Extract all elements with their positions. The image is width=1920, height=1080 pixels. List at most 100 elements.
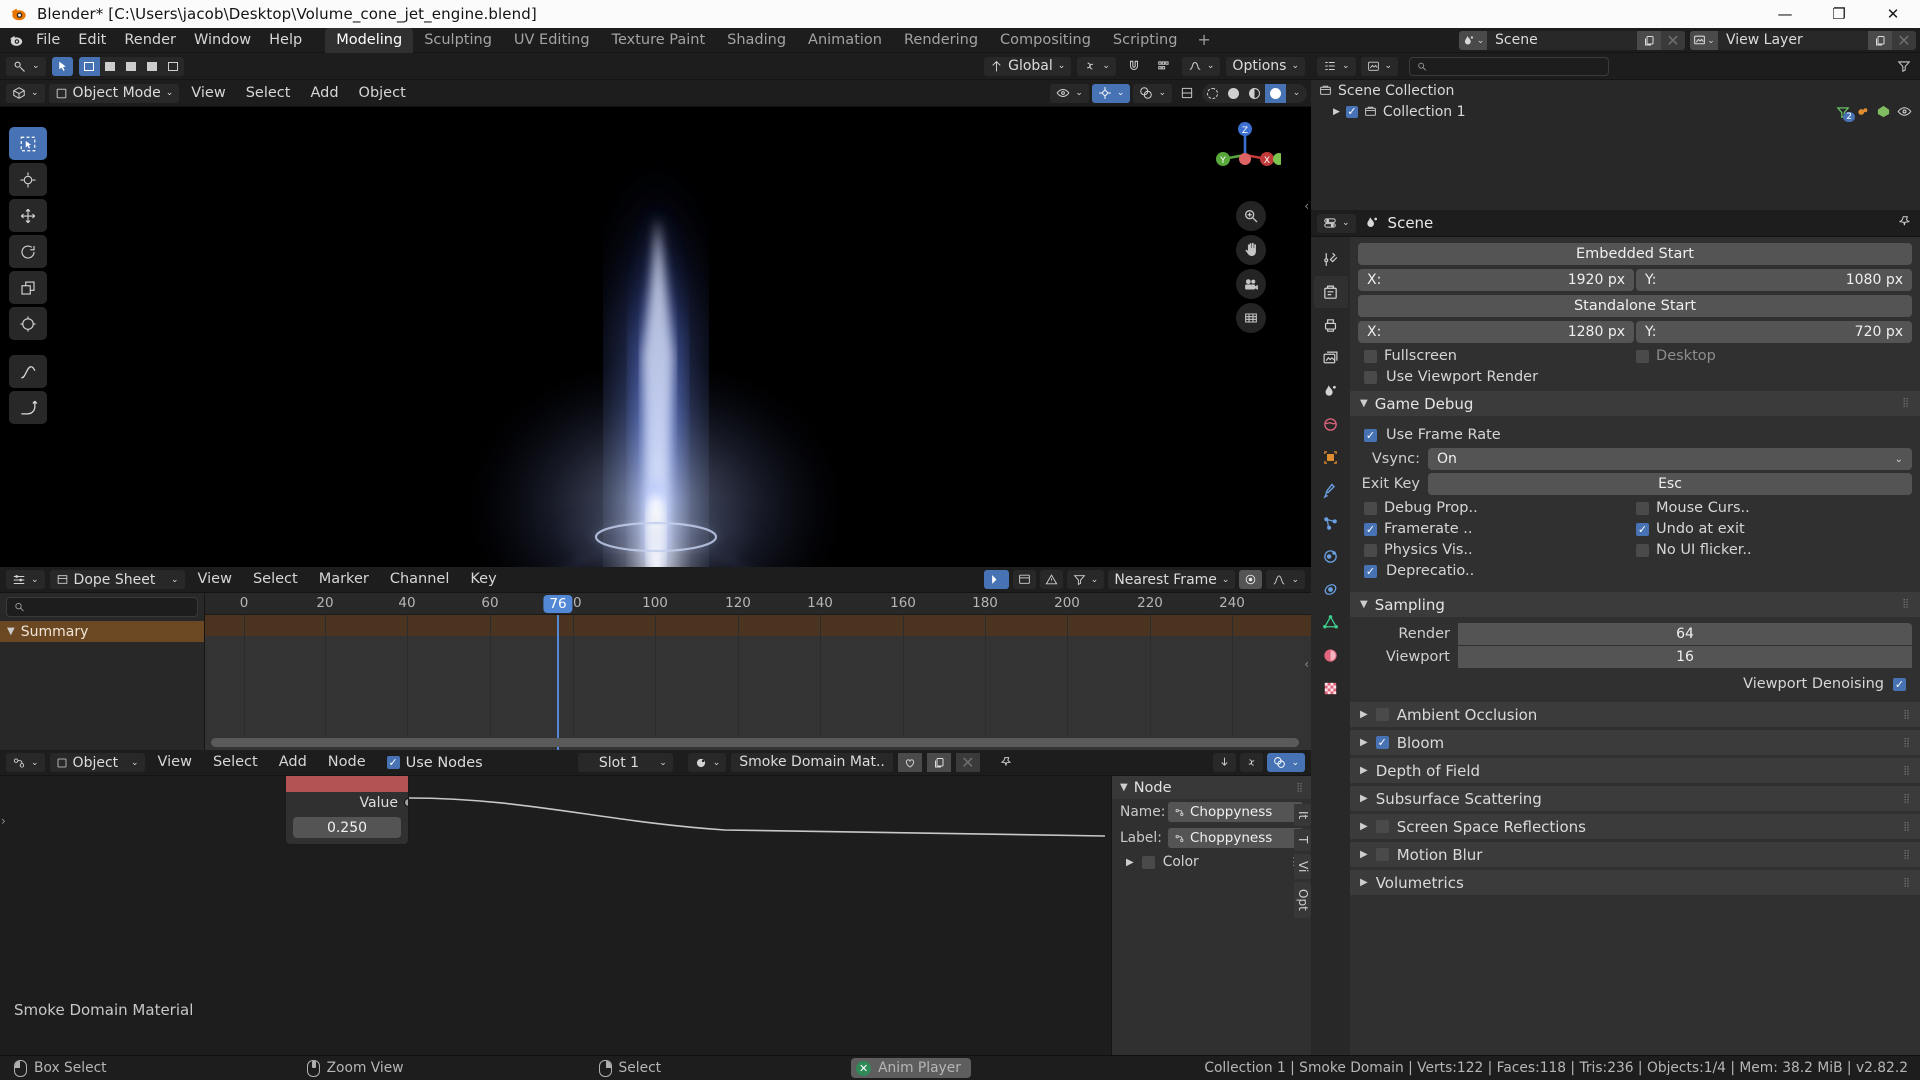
material-preview-shading-icon[interactable] — [1244, 84, 1265, 103]
menu-window[interactable]: Window — [185, 28, 260, 53]
maximize-button[interactable]: ❐ — [1812, 0, 1866, 28]
select-subtract-icon[interactable] — [121, 57, 142, 76]
section-depth-of-field[interactable]: ▶ Depth of Field ⣿ — [1350, 758, 1920, 783]
node-toolshelf-toggle[interactable]: › — [1, 814, 6, 828]
motion-blur-expand-icon[interactable]: ▶ — [1360, 849, 1368, 860]
node-tab-options[interactable]: Opt — [1294, 881, 1311, 918]
framerate-option[interactable]: Framerate .. — [1364, 521, 1627, 537]
tab-view-layer[interactable] — [1314, 342, 1348, 374]
node-label-field[interactable]: Choppyness — [1168, 828, 1303, 848]
tool-cursor-icon[interactable] — [9, 163, 47, 196]
browse-material-icon[interactable]: ⌄ — [687, 753, 727, 772]
snap-node-icon[interactable] — [1213, 753, 1237, 772]
scene-name[interactable]: Scene — [1487, 31, 1637, 50]
exit-key-value[interactable]: Esc — [1428, 473, 1912, 495]
undo-at-exit-option[interactable]: Undo at exit — [1636, 521, 1899, 537]
material-name-field[interactable]: Smoke Domain Mat.. — [731, 753, 893, 772]
workspace-tab-modeling[interactable]: Modeling — [325, 27, 414, 53]
node-panel-header[interactable]: ▼ Node ⣿ — [1112, 776, 1311, 799]
tool-rotate-icon[interactable] — [9, 235, 47, 268]
tool-transform-icon[interactable] — [9, 307, 47, 340]
use-frame-rate-checkbox[interactable] — [1364, 428, 1377, 442]
snap-dropdown[interactable]: ⌄ — [1077, 56, 1116, 76]
fake-user-button[interactable] — [897, 753, 922, 772]
standalone-start-button[interactable]: Standalone Start — [1358, 295, 1912, 317]
desktop-option[interactable]: Desktop — [1636, 348, 1899, 364]
node-menu-view[interactable]: View — [150, 750, 200, 775]
viewport-denoising-row[interactable]: Viewport Denoising — [1364, 676, 1906, 692]
dope-menu-channel[interactable]: Channel — [382, 567, 458, 592]
remove-view-layer-button[interactable]: ✕ — [1892, 31, 1916, 50]
show-errors-icon[interactable] — [1039, 570, 1063, 589]
tool-scale-icon[interactable] — [9, 271, 47, 304]
fullscreen-option[interactable]: Fullscreen — [1364, 348, 1627, 364]
view-layer-name[interactable]: View Layer — [1718, 31, 1868, 50]
dope-menu-select[interactable]: Select — [245, 567, 306, 592]
ao-expand-icon[interactable]: ▶ — [1360, 709, 1368, 720]
viewport-canvas[interactable]: Z Y X ‹ — [0, 107, 1311, 567]
collection-enable-checkbox[interactable] — [1345, 105, 1358, 118]
dope-search-box[interactable] — [6, 597, 198, 617]
physics-vis-checkbox[interactable] — [1364, 543, 1377, 557]
snapping-dropdown[interactable]: Nearest Frame ⌄ — [1108, 570, 1236, 589]
embedded-resolution-x[interactable]: X: 1920 px — [1358, 269, 1634, 291]
tab-material[interactable] — [1314, 639, 1348, 671]
outliner-row-scene-collection[interactable]: Scene Collection — [1311, 80, 1920, 101]
viewport-sidebar-toggle[interactable]: ‹ — [1304, 199, 1309, 213]
collection-expand-icon[interactable]: ▶ — [1333, 107, 1340, 117]
tab-object-data[interactable] — [1314, 606, 1348, 638]
rendered-shading-icon[interactable] — [1265, 83, 1286, 103]
playhead[interactable]: 76 — [543, 595, 573, 750]
shader-type-dropdown[interactable]: Object ⌄ — [49, 753, 145, 772]
dope-summary-row[interactable]: ▼ Summary — [0, 621, 204, 642]
workspace-tab-uv-editing[interactable]: UV Editing — [503, 28, 601, 53]
dope-menu-marker[interactable]: Marker — [311, 567, 377, 592]
node-color-checkbox[interactable] — [1141, 855, 1155, 869]
node-header-bar[interactable] — [286, 776, 408, 792]
dope-horizontal-scrollbar[interactable] — [211, 738, 1299, 747]
game-debug-expand-icon[interactable]: ▼ — [1360, 398, 1368, 409]
select-extend-icon[interactable] — [100, 57, 121, 76]
no-ui-flicker-checkbox[interactable] — [1636, 543, 1650, 557]
use-viewport-render-row[interactable]: Use Viewport Render — [1364, 369, 1912, 385]
editor-type-dopesheet-icon[interactable]: ⌄ — [6, 570, 45, 589]
select-invert-icon[interactable] — [142, 57, 163, 76]
outliner-filter-icon[interactable] — [1892, 57, 1916, 76]
add-workspace-button[interactable]: + — [1188, 28, 1219, 53]
scene-selector[interactable]: ⌄ Scene ✕ — [1459, 31, 1685, 50]
node-tab-item[interactable]: It — [1294, 804, 1311, 827]
section-subsurface-scattering[interactable]: ▶ Subsurface Scattering ⣿ — [1350, 786, 1920, 811]
pan-view-icon[interactable] — [1236, 235, 1266, 265]
viewport-menu-object[interactable]: Object — [351, 81, 414, 106]
workspace-tab-texture-paint[interactable]: Texture Paint — [601, 28, 717, 53]
vsync-dropdown[interactable]: On ⌄ — [1428, 448, 1912, 470]
summary-expand-icon[interactable]: ▼ — [7, 626, 15, 637]
viewport-menu-select[interactable]: Select — [238, 81, 299, 106]
embedded-start-button[interactable]: Embedded Start — [1358, 243, 1912, 265]
volumetrics-expand-icon[interactable]: ▶ — [1360, 877, 1368, 888]
box-select-icon[interactable] — [78, 56, 100, 76]
tweak-select-icon[interactable] — [51, 56, 73, 76]
physics-vis-option[interactable]: Physics Vis.. — [1364, 542, 1627, 558]
node-tab-view[interactable]: Vi — [1294, 853, 1311, 879]
xray-toggle-icon[interactable] — [1175, 84, 1199, 103]
object-icon[interactable] — [1856, 105, 1870, 119]
new-material-button[interactable] — [926, 753, 951, 772]
node-color-expand-icon[interactable]: ▶ — [1126, 857, 1134, 868]
anim-player-close-icon[interactable]: ✕ — [856, 1060, 872, 1076]
node-menu-add[interactable]: Add — [271, 750, 315, 775]
sampling-section-header[interactable]: ▼ Sampling ⣿ — [1350, 592, 1920, 617]
outliner-search-input[interactable] — [1433, 58, 1602, 74]
solid-shading-icon[interactable] — [1223, 84, 1244, 103]
debug-prop-option[interactable]: Debug Prop.. — [1364, 500, 1627, 516]
dope-menu-key[interactable]: Key — [462, 567, 504, 592]
tab-tool[interactable] — [1314, 243, 1348, 275]
only-show-selected-icon[interactable] — [983, 570, 1009, 589]
menu-file[interactable]: File — [27, 28, 69, 53]
pin-icon[interactable] — [995, 753, 1018, 772]
tool-select-box-icon[interactable] — [9, 127, 47, 160]
object-mode-dropdown[interactable]: Object Mode ⌄ — [48, 83, 180, 103]
dof-expand-icon[interactable]: ▶ — [1360, 765, 1368, 776]
tab-object[interactable] — [1314, 441, 1348, 473]
undo-at-exit-checkbox[interactable] — [1636, 522, 1650, 536]
